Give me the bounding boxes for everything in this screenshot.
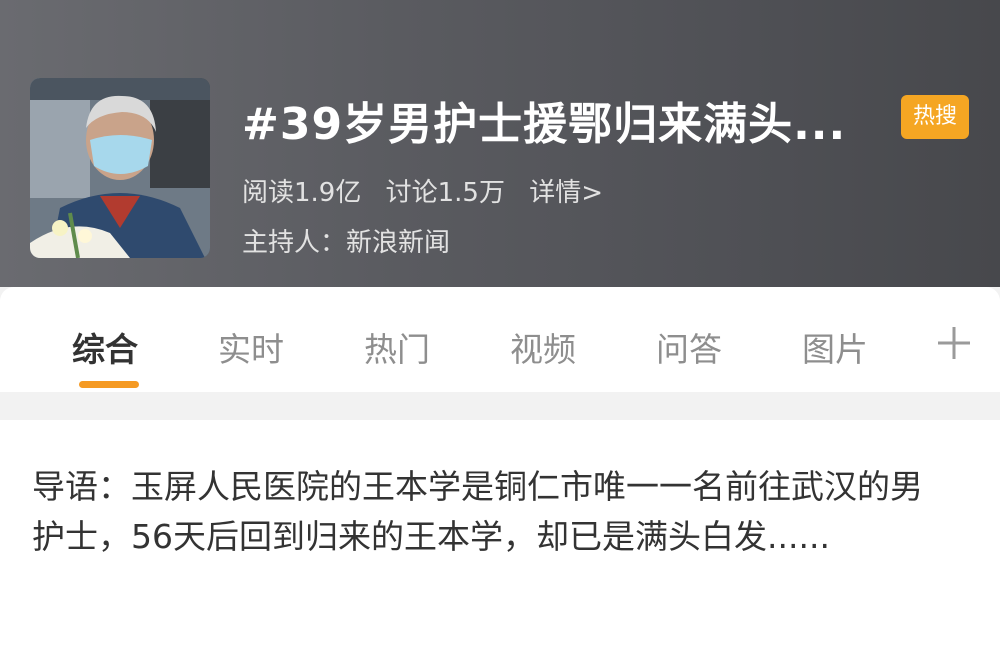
discuss-count: 讨论1.5万 xyxy=(385,178,505,208)
hot-search-badge: 热搜 xyxy=(901,95,969,139)
read-count: 阅读1.9亿 xyxy=(242,178,362,208)
tab-qa[interactable]: 问答 xyxy=(656,323,722,371)
nurse-photo xyxy=(30,78,210,258)
details-link[interactable]: 详情> xyxy=(529,178,603,208)
topic-thumbnail[interactable] xyxy=(30,78,210,258)
tab-video[interactable]: 视频 xyxy=(510,323,576,371)
topic-title: #39岁男护士援鄂归来满头... xyxy=(242,99,847,150)
topic-header: #39岁男护士援鄂归来满头... 热搜 阅读1.9亿 讨论1.5万 详情> 主持… xyxy=(0,0,1000,287)
intro-card: 导语：玉屏人民医院的王本学是铜仁市唯一一名前往武汉的男护士，56天后回到归来的王… xyxy=(0,420,1000,653)
topic-stats: 阅读1.9亿 讨论1.5万 详情> xyxy=(242,172,619,209)
section-divider xyxy=(0,392,1000,420)
tab-realtime[interactable]: 实时 xyxy=(218,323,284,371)
topic-host[interactable]: 主持人：新浪新闻 xyxy=(242,222,450,259)
tab-hot[interactable]: 热门 xyxy=(364,323,430,371)
tab-images[interactable]: 图片 xyxy=(802,323,878,371)
tab-bar: 综合 实时 热门 视频 问答 图片 xyxy=(0,287,1000,392)
active-tab-indicator xyxy=(79,381,139,388)
tab-comprehensive[interactable]: 综合 xyxy=(72,323,138,371)
plus-icon[interactable] xyxy=(936,325,972,361)
intro-text: 导语：玉屏人民医院的王本学是铜仁市唯一一名前往武汉的男护士，56天后回到归来的王… xyxy=(32,467,923,556)
